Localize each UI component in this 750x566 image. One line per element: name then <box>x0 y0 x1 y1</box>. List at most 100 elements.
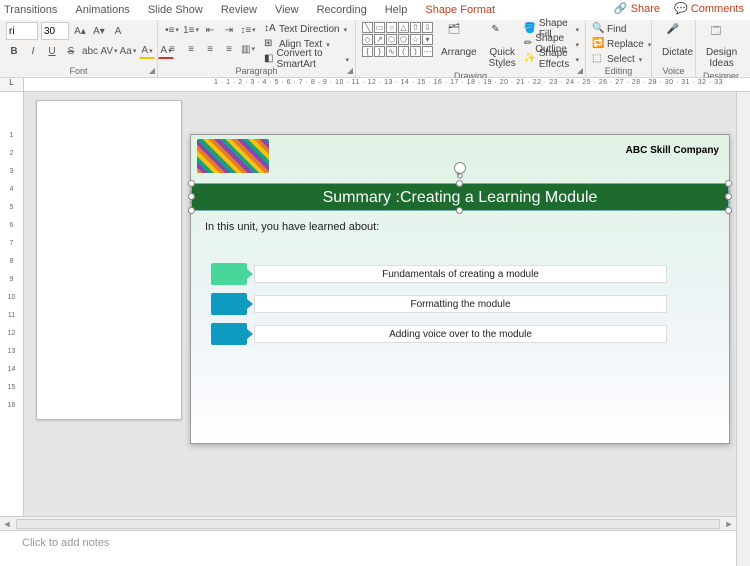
align-left-button[interactable]: ≡ <box>164 41 180 57</box>
tab-animations[interactable]: Animations <box>75 4 129 16</box>
strikethrough-button[interactable]: S <box>63 43 79 59</box>
bullet-row-2: Formatting the module <box>211 293 667 315</box>
tab-review[interactable]: Review <box>221 4 257 16</box>
vertical-ruler[interactable]: 12345678910111213141516 <box>0 92 24 516</box>
slide-title-shape[interactable]: Summary :Creating a Learning Module <box>191 183 729 211</box>
arrange-button[interactable]: 🗂 Arrange <box>437 22 481 61</box>
shapes-gallery[interactable]: ╲▭○△⇧⇩ ◇↗⬡⬠☆▾ {}∿()⋯ <box>362 22 433 57</box>
comments-button[interactable]: 💬 Comments <box>674 2 744 15</box>
justify-button[interactable]: ≡ <box>221 41 237 57</box>
align-right-button[interactable]: ≡ <box>202 41 218 57</box>
dictate-button[interactable]: 🎤 Dictate <box>658 22 697 61</box>
ribbon-tabs: Transitions Animations Slide Show Review… <box>0 0 750 20</box>
resize-handle[interactable] <box>725 207 732 214</box>
convert-smartart-button[interactable]: ◧Convert to SmartArt <box>264 52 349 66</box>
tab-shape-format[interactable]: Shape Format <box>425 4 495 16</box>
shape-outline-icon: ✏ <box>524 38 532 50</box>
design-ideas-label: Design Ideas <box>706 48 737 69</box>
arrange-label: Arrange <box>441 48 477 59</box>
dictate-label: Dictate <box>662 48 693 59</box>
design-ideas-button[interactable]: 🗔 Design Ideas <box>702 22 741 71</box>
align-text-icon: ⊞ <box>264 38 276 50</box>
bullet-row-1: Fundamentals of creating a module <box>211 263 667 285</box>
bullet-text: Formatting the module <box>254 295 667 313</box>
line-spacing-button[interactable]: ↕≡ <box>240 22 256 38</box>
bold-button[interactable]: B <box>6 43 22 59</box>
slide-thumbnail-1[interactable] <box>36 100 182 420</box>
arrange-icon: 🗂 <box>448 24 470 46</box>
rotate-handle[interactable] <box>454 162 466 174</box>
scroll-left-button[interactable]: ◄ <box>0 519 14 529</box>
resize-handle[interactable] <box>188 193 195 200</box>
bullet-text: Fundamentals of creating a module <box>254 265 667 283</box>
change-case-button[interactable]: Aa <box>120 43 136 59</box>
group-editing-label: Editing <box>592 66 645 77</box>
italic-button[interactable]: I <box>25 43 41 59</box>
char-spacing-button[interactable]: AV <box>101 43 117 59</box>
select-label: Select <box>607 54 635 65</box>
resize-handle[interactable] <box>725 180 732 187</box>
paragraph-dialog-launcher[interactable]: ◢ <box>347 66 353 75</box>
drawing-dialog-launcher[interactable]: ◢ <box>577 66 583 75</box>
decrease-indent-button[interactable]: ⇤ <box>202 22 218 38</box>
find-button[interactable]: 🔍Find <box>592 22 626 36</box>
bullet-tab-icon <box>211 263 247 285</box>
select-button[interactable]: ⬚Select <box>592 52 642 66</box>
group-voice: 🎤 Dictate Voice <box>652 20 696 77</box>
ruler-tab-stop[interactable]: L <box>0 78 24 91</box>
slide-canvas[interactable]: ABC Skill Company Summary :Creating a <box>184 92 736 516</box>
tab-transitions[interactable]: Transitions <box>4 4 57 16</box>
tab-slide-show[interactable]: Slide Show <box>148 4 203 16</box>
scroll-track[interactable] <box>16 519 720 529</box>
share-button[interactable]: 🔗 Share <box>614 2 660 15</box>
shape-effects-icon: ✨ <box>524 53 536 65</box>
font-decrease-button[interactable]: A▾ <box>91 23 107 39</box>
horizontal-ruler[interactable]: 1 · 1 · 2 · 3 · 4 · 5 · 6 · 7 · 8 · 9 · … <box>24 78 750 91</box>
quick-styles-label: Quick Styles <box>489 48 516 69</box>
resize-handle[interactable] <box>188 180 195 187</box>
text-shadow-button[interactable]: abc <box>82 43 98 59</box>
bullet-text: Adding voice over to the module <box>254 325 667 343</box>
font-increase-button[interactable]: A▴ <box>72 23 88 39</box>
font-size-input[interactable] <box>41 22 69 40</box>
columns-button[interactable]: ▥ <box>240 41 256 57</box>
numbering-button[interactable]: 1≡ <box>183 22 199 38</box>
smartart-icon: ◧ <box>264 53 273 65</box>
resize-handle[interactable] <box>725 193 732 200</box>
underline-button[interactable]: U <box>44 43 60 59</box>
vertical-scrollbar[interactable] <box>736 92 750 566</box>
group-drawing: ╲▭○△⇧⇩ ◇↗⬡⬠☆▾ {}∿()⋯ 🗂 Arrange ✎ Quick S… <box>356 20 586 77</box>
design-ideas-icon: 🗔 <box>711 24 733 46</box>
font-name-input[interactable] <box>6 22 38 40</box>
slide: ABC Skill Company Summary :Creating a <box>190 134 730 444</box>
increase-indent-button[interactable]: ⇥ <box>221 22 237 38</box>
align-center-button[interactable]: ≡ <box>183 41 199 57</box>
select-icon: ⬚ <box>592 53 604 65</box>
font-dialog-launcher[interactable]: ◢ <box>149 66 155 75</box>
comments-label: Comments <box>691 3 744 15</box>
tab-view[interactable]: View <box>275 4 299 16</box>
tab-recording[interactable]: Recording <box>317 4 367 16</box>
editor-area: L 1 · 1 · 2 · 3 · 4 · 5 · 6 · 7 · 8 · 9 … <box>0 78 750 566</box>
highlight-color-button[interactable]: A <box>139 43 155 59</box>
tab-help[interactable]: Help <box>385 4 408 16</box>
horizontal-scrollbar[interactable]: ◄ ► <box>0 516 736 530</box>
company-name: ABC Skill Company <box>626 145 719 156</box>
resize-handle[interactable] <box>188 207 195 214</box>
h-ruler-ticks: 1 · 1 · 2 · 3 · 4 · 5 · 6 · 7 · 8 · 9 · … <box>214 79 723 86</box>
resize-handle[interactable] <box>456 180 463 187</box>
quick-styles-icon: ✎ <box>491 24 513 46</box>
find-label: Find <box>607 24 626 35</box>
resize-handle[interactable] <box>456 207 463 214</box>
text-direction-button[interactable]: ↕AText Direction <box>264 22 349 36</box>
shape-effects-button[interactable]: ✨Shape Effects <box>524 52 579 66</box>
scroll-right-button[interactable]: ► <box>722 519 736 529</box>
slide-logo-image <box>197 139 269 173</box>
horizontal-ruler-row: L 1 · 1 · 2 · 3 · 4 · 5 · 6 · 7 · 8 · 9 … <box>0 78 750 92</box>
notes-pane[interactable]: Click to add notes <box>0 530 736 566</box>
quick-styles-button[interactable]: ✎ Quick Styles <box>485 22 520 71</box>
replace-button[interactable]: 🔁Replace <box>592 37 651 51</box>
clear-formatting-button[interactable]: A <box>110 23 126 39</box>
bullets-button[interactable]: •≡ <box>164 22 180 38</box>
find-icon: 🔍 <box>592 23 604 35</box>
